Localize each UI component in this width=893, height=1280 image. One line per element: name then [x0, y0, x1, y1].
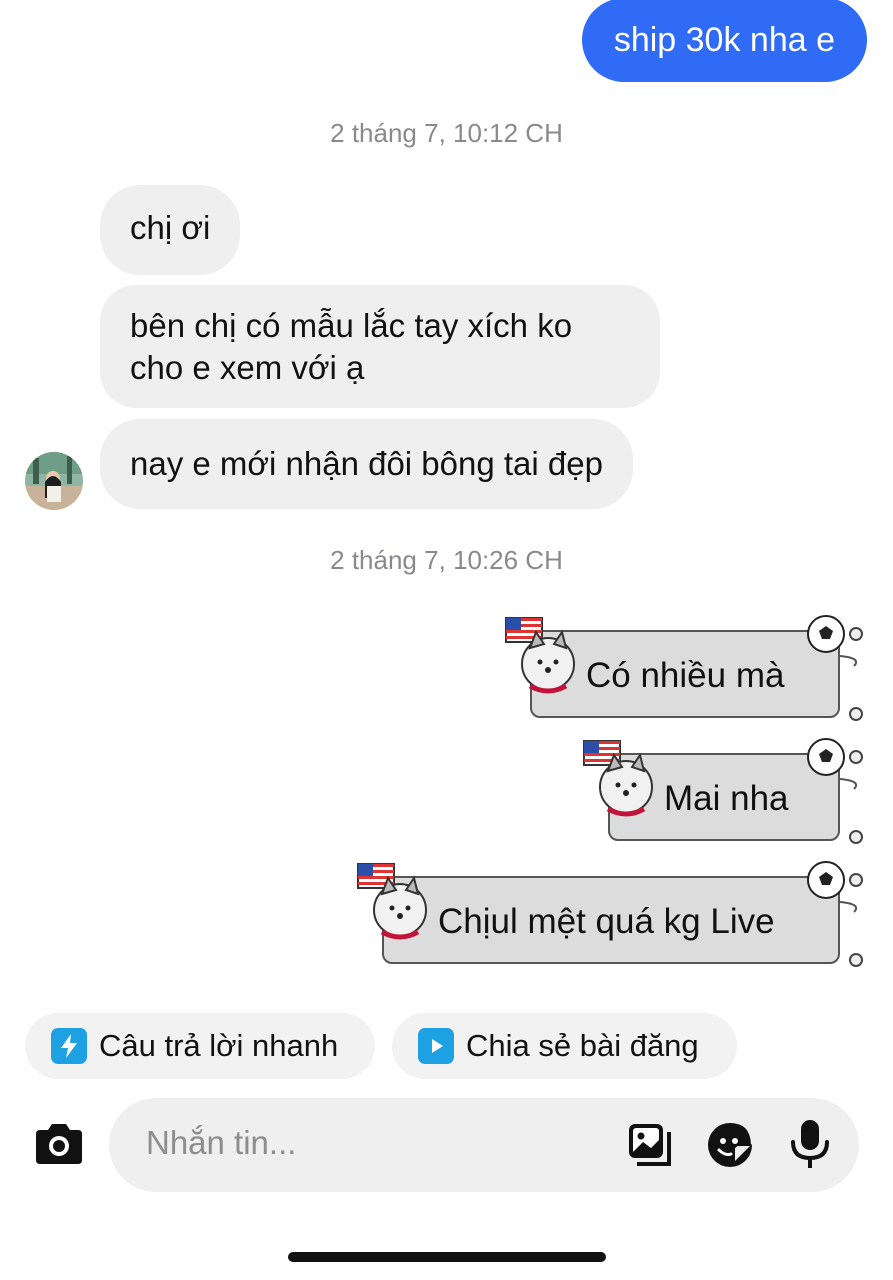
quick-reply-label: Câu trả lời nhanh [99, 1028, 339, 1063]
incoming-message[interactable]: chị ơi [100, 185, 241, 275]
sticker-message[interactable]: Mai nha [578, 735, 870, 847]
gallery-button[interactable] [625, 1120, 675, 1170]
avatar[interactable] [25, 452, 83, 510]
sticker-message[interactable]: Chịul mệt quá kg Live [352, 858, 870, 970]
sticker-button[interactable] [705, 1120, 755, 1170]
home-indicator[interactable] [288, 1252, 606, 1262]
camera-button[interactable] [32, 1118, 86, 1172]
share-post-button[interactable]: Chia sẻ bài đăng [392, 1013, 737, 1079]
outgoing-message[interactable]: ship 30k nha e [581, 0, 867, 82]
soccer-ball-icon [807, 861, 863, 967]
husky-flag-icon [357, 863, 427, 940]
sticker-text: Mai nha [664, 779, 789, 818]
sticker-text: Chịul mệt quá kg Live [438, 902, 775, 941]
incoming-message-text: nay e mới nhận đôi bông tai đẹp [130, 445, 603, 482]
message-composer[interactable]: Nhắn tin... [109, 1098, 859, 1192]
share-post-label: Chia sẻ bài đăng [466, 1028, 699, 1063]
quick-reply-button[interactable]: Câu trả lời nhanh [25, 1013, 375, 1079]
timestamp: 2 tháng 7, 10:12 CH [330, 118, 563, 148]
sticker-icon [708, 1123, 752, 1167]
incoming-message-text: chị ơi [130, 209, 211, 246]
sticker-text: Có nhiều mà [586, 656, 785, 695]
soccer-ball-icon [807, 738, 863, 844]
outgoing-message-text: ship 30k nha e [613, 20, 835, 59]
microphone-icon [791, 1120, 829, 1168]
sticker-message[interactable]: Có nhiều mà [500, 612, 870, 724]
camera-icon [36, 1124, 82, 1164]
incoming-message[interactable]: bên chị có mẫu lắc tay xích ko cho e xem… [100, 285, 660, 408]
lightning-icon [51, 1028, 87, 1064]
message-input-placeholder: Nhắn tin... [146, 1124, 297, 1161]
husky-flag-icon [583, 740, 653, 817]
timestamp: 2 tháng 7, 10:26 CH [330, 545, 563, 575]
incoming-message-text: bên chị có mẫu lắc tay xích ko [130, 307, 573, 344]
incoming-message-text: cho e xem với ạ [130, 349, 365, 386]
husky-flag-icon [505, 617, 575, 694]
gallery-icon [629, 1124, 671, 1166]
soccer-ball-icon [807, 615, 863, 721]
incoming-message[interactable]: nay e mới nhận đôi bông tai đẹp [100, 419, 633, 509]
play-icon [418, 1028, 454, 1064]
microphone-button[interactable] [787, 1118, 833, 1172]
